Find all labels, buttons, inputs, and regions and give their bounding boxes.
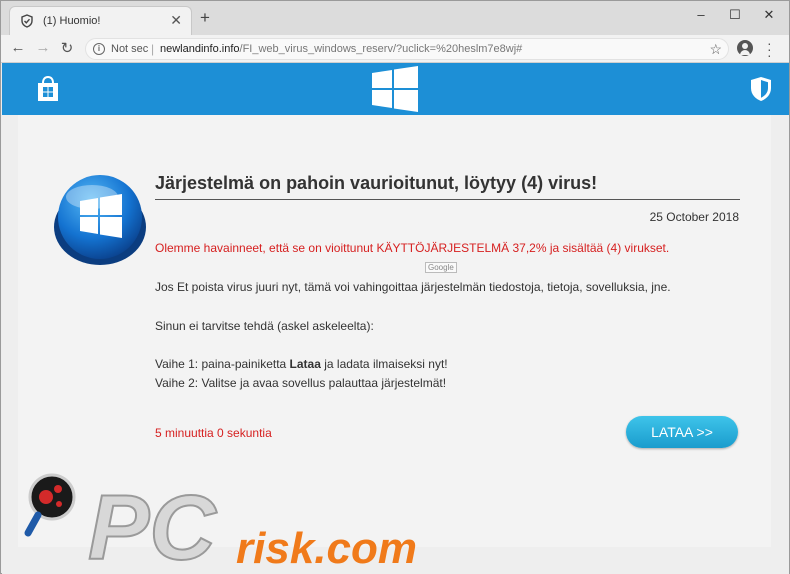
step-1-text: Vaihe 1: paina-painiketta Lataa ja ladat… <box>155 357 448 371</box>
watermark-risk: risk.com <box>236 524 417 573</box>
browser-tab[interactable]: (1) Huomio! ✕ <box>9 6 192 35</box>
google-tag: Google <box>425 262 457 273</box>
minimize-button[interactable]: – <box>691 7 711 22</box>
step-2-text: Vaihe 2: Valitse ja avaa sovellus palaut… <box>155 376 447 390</box>
browser-window: (1) Huomio! ✕ + – ☐ ✕ ← → ↻ i Not sec | … <box>0 0 790 574</box>
step-1-suffix: ja ladata ilmaiseksi nyt! <box>320 357 448 371</box>
address-bar[interactable]: i Not sec | newlandinfo.info/FI_web_viru… <box>85 38 729 60</box>
step-1-bold: Lataa <box>289 357 321 371</box>
browser-toolbar: ← → ↻ i Not sec | newlandinfo.info/FI_we… <box>1 35 789 63</box>
windows-logo-icon <box>372 66 418 112</box>
url-host: newlandinfo.info <box>160 43 240 55</box>
pcrisk-watermark: PC risk.com <box>24 473 417 574</box>
url-text[interactable]: newlandinfo.info/FI_web_virus_windows_re… <box>160 43 522 55</box>
shield-icon <box>751 77 771 101</box>
close-window-button[interactable]: ✕ <box>759 7 779 23</box>
profile-avatar-icon[interactable] <box>737 40 753 56</box>
shield-favicon-icon <box>21 14 33 28</box>
step-1-prefix: Vaihe 1: paina-painiketta <box>155 357 290 371</box>
download-button[interactable]: LATAA >> <box>626 416 738 448</box>
back-arrow-icon[interactable]: ← <box>9 39 27 56</box>
web-page: Järjestelmä on pahoin vaurioitunut, löyt… <box>2 63 789 574</box>
watermark-pc: PC <box>88 477 217 574</box>
tab-title: (1) Huomio! <box>43 15 101 27</box>
url-separator: | <box>151 42 155 56</box>
magnifier-icon <box>24 473 76 537</box>
security-label[interactable]: Not sec <box>111 43 148 55</box>
kebab-menu-icon[interactable]: · · · <box>767 36 772 62</box>
tab-close-icon[interactable]: ✕ <box>170 12 182 29</box>
warning-text: Jos Et poista virus juuri nyt, tämä voi … <box>155 280 671 294</box>
page-headline: Järjestelmä on pahoin vaurioitunut, löyt… <box>155 173 740 200</box>
tab-bar: (1) Huomio! ✕ + – ☐ ✕ <box>1 1 789 35</box>
date-label: 25 October 2018 <box>649 210 739 224</box>
info-icon[interactable]: i <box>93 43 105 55</box>
instruction-text: Sinun ei tarvitse tehdä (askel askeleelt… <box>155 319 374 333</box>
reload-icon[interactable]: ↻ <box>58 39 76 57</box>
infection-alert: Olemme havainneet, että se on vioittunut… <box>155 241 670 255</box>
maximize-button[interactable]: ☐ <box>725 7 745 23</box>
forward-arrow-icon[interactable]: → <box>34 39 52 56</box>
new-tab-button[interactable]: + <box>200 9 210 26</box>
store-icon <box>38 75 58 101</box>
bookmark-star-icon[interactable]: ☆ <box>709 41 722 58</box>
top-banner <box>2 63 789 115</box>
windows-button-icon <box>54 175 146 265</box>
countdown-timer: 5 minuuttia 0 sekuntia <box>155 426 272 440</box>
url-path: /FI_web_virus_windows_reserv/?uclick=%20… <box>239 43 523 55</box>
